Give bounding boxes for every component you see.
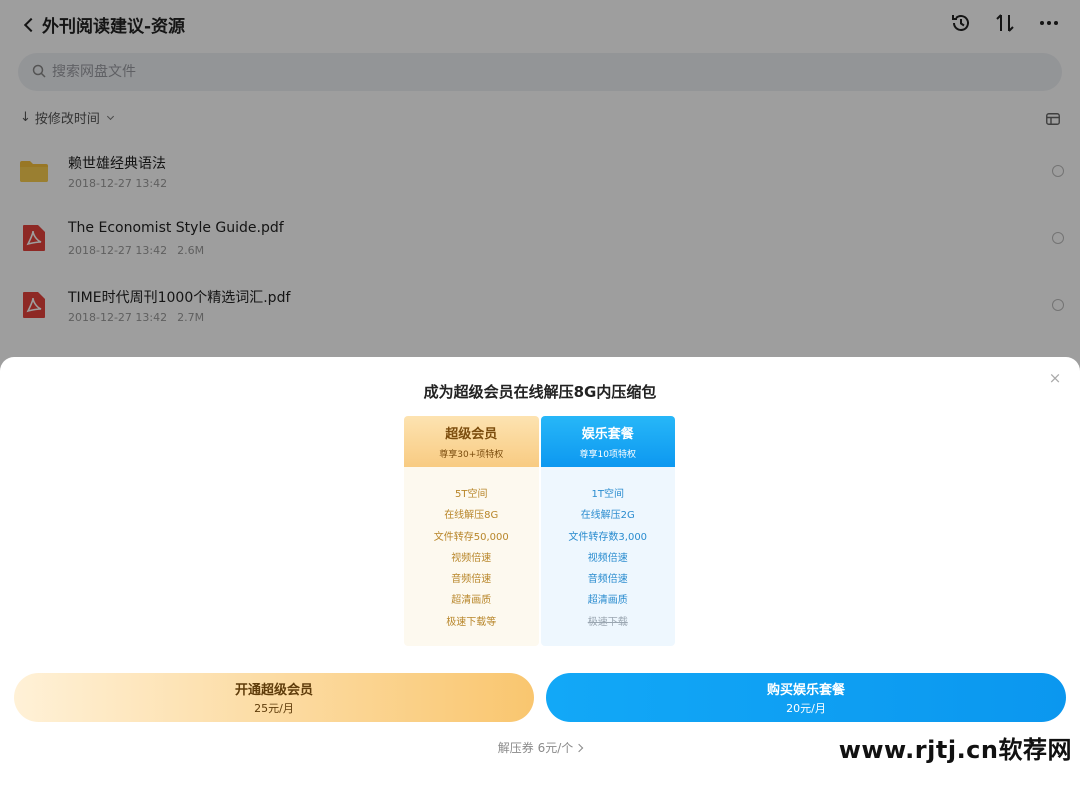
feature-item: 超清画质 <box>587 595 628 607</box>
feature-item: 在线解压2G <box>580 510 635 522</box>
plan-subtitle: 尊享30+项特权 <box>439 450 504 460</box>
sheet-title: 成为超级会员在线解压8G内压缩包 <box>423 383 657 401</box>
feature-item: 文件转存50,000 <box>433 531 509 543</box>
plan-header: 超级会员 尊享30+项特权 <box>404 416 539 467</box>
plan-subtitle: 尊享10项特权 <box>579 450 636 460</box>
plan-header: 娱乐套餐 尊享10项特权 <box>540 416 675 467</box>
plan-name: 娱乐套餐 <box>581 427 634 442</box>
feature-item: 超清画质 <box>451 595 492 607</box>
feature-item: 在线解压8G <box>444 510 499 522</box>
plan-name: 超级会员 <box>445 427 498 442</box>
feature-list: 1T空间 在线解压2G 文件转存数3,000 视频倍速 音频倍速 超清画质 极速… <box>541 467 676 633</box>
feature-item: 极速下载等 <box>446 616 497 628</box>
plan-card-entertainment[interactable]: 娱乐套餐 尊享10项特权 1T空间 在线解压2G 文件转存数3,000 视频倍速… <box>540 416 676 646</box>
plan-comparison: 超级会员 尊享30+项特权 5T空间 在线解压8G 文件转存50,000 视频倍… <box>404 416 675 646</box>
feature-item: 音频倍速 <box>587 574 628 586</box>
feature-list: 5T空间 在线解压8G 文件转存50,000 视频倍速 音频倍速 超清画质 极速… <box>404 467 539 633</box>
buy-entertainment-button[interactable]: 购买娱乐套餐 20元/月 <box>546 673 1066 722</box>
upgrade-sheet: × 成为超级会员在线解压8G内压缩包 超级会员 尊享30+项特权 5T空间 在线… <box>0 357 1080 791</box>
feature-item: 视频倍速 <box>587 552 628 564</box>
site-watermark: www.rjtj.cn软荐网 <box>838 736 1072 764</box>
button-price: 20元/月 <box>786 702 826 715</box>
feature-item: 视频倍速 <box>451 552 492 564</box>
feature-item: 1T空间 <box>591 489 624 500</box>
feature-item-unavailable: 极速下载 <box>587 616 628 628</box>
button-label: 开通超级会员 <box>234 683 313 698</box>
open-svip-button[interactable]: 开通超级会员 25元/月 <box>14 673 534 722</box>
feature-item: 音频倍速 <box>451 574 492 586</box>
button-price: 25元/月 <box>254 702 294 715</box>
plan-card-svip[interactable]: 超级会员 尊享30+项特权 5T空间 在线解压8G 文件转存50,000 视频倍… <box>404 416 539 646</box>
coupon-label: 解压券 6元/个 <box>497 741 574 755</box>
button-label: 购买娱乐套餐 <box>766 683 845 698</box>
feature-item: 5T空间 <box>455 489 488 500</box>
chevron-right-icon <box>575 743 584 752</box>
feature-item: 文件转存数3,000 <box>568 531 648 543</box>
